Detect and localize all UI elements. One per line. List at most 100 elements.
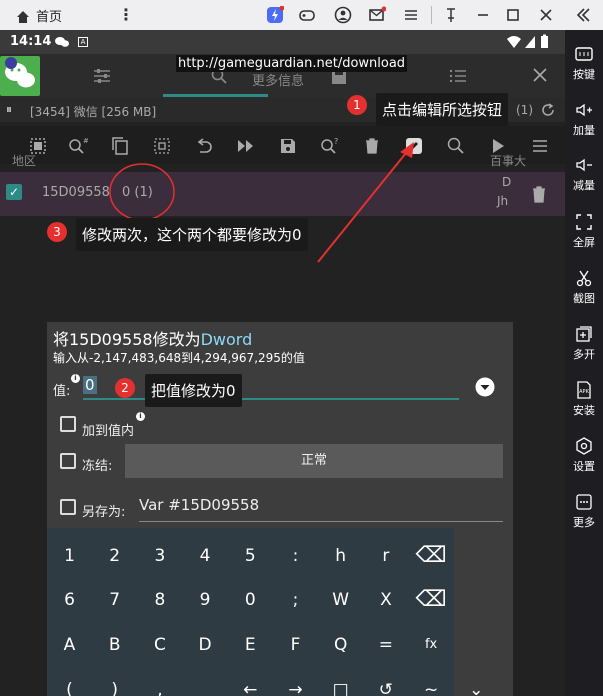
keyboard-key[interactable]: ↺ bbox=[363, 670, 408, 696]
save-as-input[interactable]: Var #15D09558 bbox=[139, 496, 503, 522]
keyboard-key[interactable]: ( bbox=[47, 670, 92, 696]
sidebar-item-multi-open[interactable]: 多开 bbox=[565, 324, 603, 362]
keyboard-key[interactable]: E bbox=[228, 625, 273, 665]
keyboard-key[interactable]: ← bbox=[228, 670, 273, 696]
dialog-title-type: Dword bbox=[200, 330, 253, 349]
value-dropdown-icon[interactable] bbox=[475, 377, 495, 397]
keyboard-key[interactable]: B bbox=[92, 625, 137, 665]
sidebar-label: 按键 bbox=[573, 68, 595, 81]
keyboard-key[interactable]: D bbox=[183, 625, 228, 665]
keyboard-key[interactable]: W bbox=[318, 580, 363, 620]
annotation-callout-1: 点击编辑所选按钮 bbox=[376, 93, 509, 126]
sidebar-item-install[interactable]: APK 安装 bbox=[565, 380, 603, 418]
keyboard-key[interactable]: ) bbox=[92, 670, 137, 696]
add-to-value-label: 加到值内 bbox=[82, 424, 135, 439]
annotation-badge-3: 3 bbox=[47, 222, 67, 242]
keyboard-key[interactable]: C bbox=[137, 625, 182, 665]
keyboard-key[interactable]: Q bbox=[318, 625, 363, 665]
sidebar-item-volume-up[interactable]: 加量 bbox=[565, 100, 603, 138]
keyboard-key[interactable]: 1 bbox=[47, 536, 92, 576]
pin-icon[interactable] bbox=[442, 6, 460, 24]
account-icon[interactable] bbox=[334, 6, 352, 24]
keyboard-key[interactable]: ⌄ bbox=[454, 670, 499, 696]
sidebar-item-fullscreen[interactable]: 全屏 bbox=[565, 212, 603, 250]
sidebar-item-keys[interactable]: 按键 bbox=[565, 44, 603, 82]
phone-screen: 14:14 A 更多信息 http://gameguardian.net/dow… bbox=[0, 30, 565, 696]
freeze-checkbox[interactable] bbox=[60, 453, 76, 469]
value-input[interactable]: 0 bbox=[83, 375, 459, 400]
sidebar-item-screenshot[interactable]: 截图 bbox=[565, 268, 603, 306]
home-tab[interactable]: 首页 bbox=[16, 6, 62, 25]
keyboard-key[interactable]: 0 bbox=[228, 580, 273, 620]
keyboard-key[interactable]: 6 bbox=[47, 580, 92, 620]
keyboard-key[interactable]: X bbox=[363, 580, 408, 620]
volume-up-icon bbox=[576, 103, 592, 117]
sidebar-item-volume-down[interactable]: 减量 bbox=[565, 155, 603, 193]
scissors-icon bbox=[576, 270, 592, 287]
app-store-icon[interactable] bbox=[266, 6, 284, 24]
keyboard-key[interactable]: □ bbox=[318, 670, 363, 696]
keyboard-key[interactable]: _ bbox=[183, 670, 228, 696]
annotation-badge-2: 2 bbox=[115, 378, 135, 398]
save-as-label: 另存为: bbox=[82, 505, 126, 520]
close-window-icon[interactable] bbox=[537, 6, 555, 24]
keyboard-key[interactable]: h bbox=[318, 536, 363, 576]
sidebar-item-more[interactable]: 更多 bbox=[565, 492, 603, 530]
more-icon bbox=[576, 494, 592, 510]
info-icon-2[interactable]: i bbox=[136, 412, 145, 421]
collapse-sidebar-icon[interactable] bbox=[574, 6, 592, 24]
keyboard-key[interactable]: 7 bbox=[92, 580, 137, 620]
keyboard-key[interactable]: , bbox=[137, 670, 182, 696]
add-to-value-checkbox[interactable] bbox=[60, 416, 76, 432]
keyboard-key[interactable]: 3 bbox=[137, 536, 182, 576]
settings-icon bbox=[576, 437, 592, 455]
sidebar-label: 更多 bbox=[573, 516, 595, 529]
value-input-text: 0 bbox=[83, 376, 97, 394]
emulator-sidebar: 按键 加量 减量 全屏 截图 多开 APK 安装 设置 更多 bbox=[565, 30, 603, 696]
keyboard-key[interactable]: 8 bbox=[137, 580, 182, 620]
keyboard-key[interactable]: : bbox=[273, 536, 318, 576]
keyboard-key[interactable]: 5 bbox=[228, 536, 273, 576]
keyboard-key[interactable]: 4 bbox=[183, 536, 228, 576]
backspace-key[interactable]: ⌫ bbox=[409, 580, 454, 620]
sidebar-label: 减量 bbox=[573, 179, 595, 192]
sidebar-label: 设置 bbox=[573, 460, 595, 473]
multi-open-icon bbox=[576, 326, 592, 342]
annotation-callout-3: 修改两次，这个两个都要修改为0 bbox=[76, 218, 308, 251]
freeze-label: 冻结: bbox=[82, 459, 113, 474]
emulator-title-bar: 首页 ⋮ bbox=[0, 0, 603, 30]
svg-text:APK: APK bbox=[579, 389, 589, 395]
keyboard-key[interactable]: ~ bbox=[409, 670, 454, 696]
home-icon bbox=[17, 11, 29, 23]
hamburger-menu-icon[interactable] bbox=[402, 6, 420, 24]
keyboard-key[interactable]: A bbox=[47, 625, 92, 665]
sidebar-label: 全屏 bbox=[573, 236, 595, 249]
keyboard-key[interactable]: F bbox=[273, 625, 318, 665]
custom-keyboard: 1 2 3 4 5: h r ⌫ 6 7 8 9 0; W X ⌫ A B C D E F Q = fx(), _ ← → □ ↺ ~ ⌄ bbox=[47, 528, 483, 696]
keyboard-key[interactable]: → bbox=[273, 670, 318, 696]
value-range-hint: 输入从-2,147,483,648到4,294,967,295的值 bbox=[53, 351, 305, 365]
dialog-title: 将15D09558修改为Dword bbox=[53, 326, 252, 350]
freeze-mode-button[interactable]: 正常 bbox=[125, 444, 503, 478]
annotation-badge-1: 1 bbox=[347, 95, 367, 115]
mail-icon[interactable] bbox=[368, 6, 386, 24]
keyboard-icon bbox=[575, 47, 593, 61]
keyboard-key[interactable]: fx bbox=[409, 625, 454, 665]
divider bbox=[431, 6, 432, 24]
backspace-key[interactable]: ⌫ bbox=[409, 536, 454, 576]
keyboard-key[interactable]: r bbox=[363, 536, 408, 576]
info-icon[interactable]: i bbox=[71, 374, 80, 383]
save-as-checkbox[interactable] bbox=[60, 499, 76, 515]
keyboard-key[interactable]: = bbox=[363, 625, 408, 665]
sidebar-item-settings[interactable]: 设置 bbox=[565, 436, 603, 474]
minimize-icon[interactable] bbox=[474, 6, 492, 24]
keyboard-key[interactable]: 9 bbox=[183, 580, 228, 620]
sidebar-label: 安装 bbox=[573, 404, 595, 417]
sidebar-label: 多开 bbox=[573, 348, 595, 361]
maximize-icon[interactable] bbox=[504, 6, 522, 24]
keyboard-key[interactable]: ; bbox=[273, 580, 318, 620]
keyboard-key[interactable]: 2 bbox=[92, 536, 137, 576]
kebab-menu-icon[interactable]: ⋮ bbox=[118, 5, 134, 24]
annotation-callout-2: 把值修改为0 bbox=[145, 374, 242, 407]
gamepad-icon[interactable] bbox=[298, 6, 316, 24]
